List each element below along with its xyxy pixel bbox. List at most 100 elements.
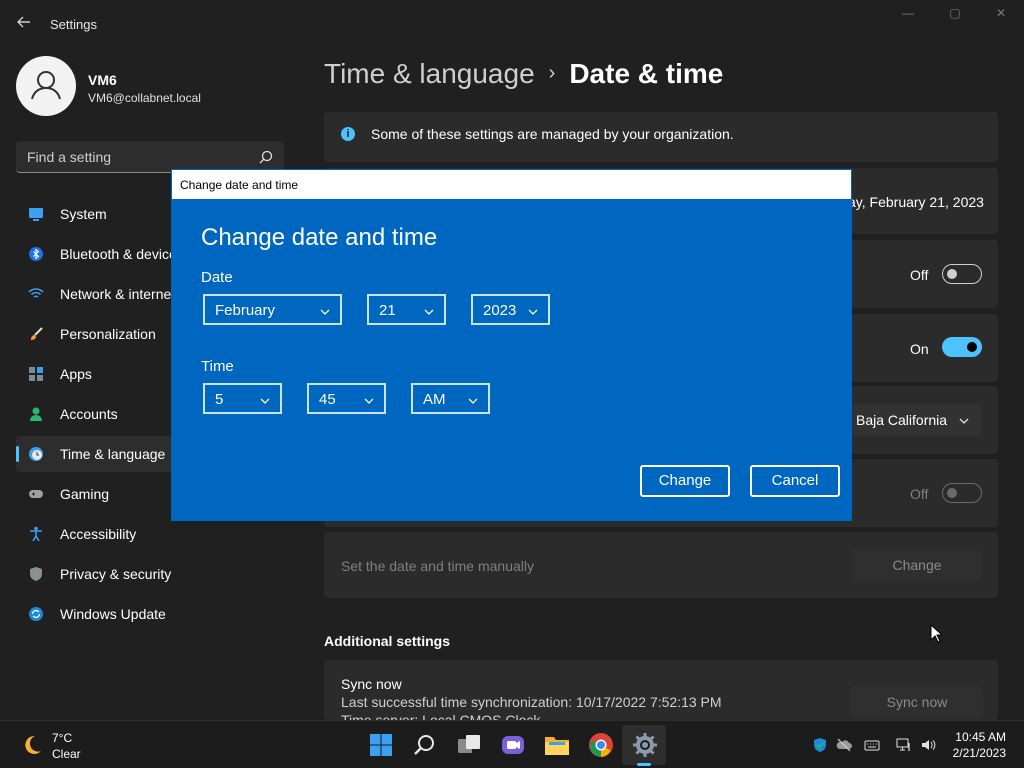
mouse-cursor-icon (930, 623, 944, 643)
toggle-state-label: Off (910, 486, 929, 502)
additional-settings-heading: Additional settings (324, 633, 450, 649)
maximize-button[interactable]: ▢ (932, 6, 978, 26)
weather-condition[interactable]: Clear (52, 747, 81, 761)
minute-dropdown[interactable]: 45 (307, 383, 386, 414)
sync-title: Sync now (341, 676, 402, 692)
breadcrumb: Time & language › Date & time (324, 58, 723, 90)
time-label: Time (201, 358, 234, 375)
sidebar-item-label: Network & internet (60, 286, 176, 302)
apps-icon (28, 366, 44, 382)
dialog-heading: Change date and time (201, 224, 438, 251)
sidebar-item-label: Time & language (60, 446, 166, 462)
dialog-title-bar[interactable]: Change date and time (172, 170, 851, 199)
change-datetime-button[interactable]: Change (853, 549, 981, 581)
dialog-cancel-button[interactable]: Cancel (750, 465, 840, 497)
moon-icon[interactable] (20, 733, 44, 757)
minimize-button[interactable]: — (885, 6, 931, 26)
search-placeholder: Find a setting (27, 149, 112, 165)
date-label: Date (201, 269, 233, 286)
toggle-state-label: On (910, 341, 929, 357)
avatar (16, 56, 76, 116)
task-view-icon[interactable] (455, 731, 483, 759)
wifi-icon (28, 286, 44, 302)
set-time-auto-toggle[interactable] (942, 264, 982, 284)
person-avatar-icon (31, 71, 61, 100)
search-icon[interactable] (411, 731, 439, 759)
year-value: 2023 (483, 302, 517, 319)
timezone-value: Baja California (856, 412, 948, 428)
dialog-window-title: Change date and time (180, 178, 299, 192)
chevron-down-icon (363, 394, 375, 406)
sidebar-item-label: Gaming (60, 486, 110, 502)
sidebar-item-label: Bluetooth & devices (60, 246, 184, 262)
sidebar-item-privacy[interactable]: Privacy & security (16, 556, 284, 592)
person-icon (28, 406, 44, 422)
chevron-down-icon (319, 305, 331, 317)
page-title: Date & time (569, 58, 724, 89)
close-button[interactable]: ✕ (978, 6, 1024, 26)
settings-gear-icon[interactable] (631, 731, 659, 759)
sidebar-item-label: Apps (60, 366, 92, 382)
last-sync-text: Last successful time synchronization: 10… (341, 694, 722, 710)
set-manually-card: Set the date and time manually Change (324, 532, 998, 598)
ampm-value: AM (423, 391, 446, 408)
managed-info-banner: i Some of these settings are managed by … (324, 112, 998, 162)
back-arrow-icon[interactable] (14, 12, 34, 32)
sync-card: Sync now Last successful time synchroniz… (324, 660, 998, 720)
hour-dropdown[interactable]: 5 (203, 383, 282, 414)
timezone-dropdown[interactable]: Baja California (842, 404, 982, 436)
active-app-indicator (637, 763, 651, 766)
sidebar-item-accessibility[interactable]: Accessibility (16, 516, 284, 552)
chevron-down-icon (527, 305, 539, 317)
ampm-dropdown[interactable]: AM (411, 383, 490, 414)
bluetooth-icon (28, 246, 44, 262)
sidebar-item-label: Privacy & security (60, 566, 172, 582)
minute-value: 45 (319, 391, 336, 408)
update-icon (28, 606, 44, 622)
onedrive-icon[interactable] (836, 737, 852, 753)
current-date-text: ay, February 21, 2023 (848, 194, 984, 210)
app-title: Settings (50, 17, 97, 32)
toggle-knob (967, 342, 977, 352)
sync-now-button[interactable]: Sync now (851, 686, 983, 718)
month-dropdown[interactable]: February (203, 294, 342, 325)
file-explorer-icon[interactable] (543, 731, 571, 759)
day-dropdown[interactable]: 21 (367, 294, 446, 325)
change-date-time-dialog: Change date and time Change date and tim… (171, 169, 852, 521)
defender-icon[interactable] (812, 737, 828, 753)
volume-icon[interactable] (920, 737, 936, 753)
hour-value: 5 (215, 391, 224, 408)
year-dropdown[interactable]: 2023 (471, 294, 550, 325)
set-manually-label: Set the date and time manually (341, 558, 535, 574)
daylight-saving-toggle[interactable] (942, 483, 982, 503)
chat-icon[interactable] (499, 731, 527, 759)
chrome-icon[interactable] (587, 731, 615, 759)
breadcrumb-parent[interactable]: Time & language (324, 58, 535, 89)
shield-icon (28, 566, 44, 582)
dialog-change-button[interactable]: Change (640, 465, 730, 497)
clock-date[interactable]: 2/21/2023 (950, 746, 1006, 760)
weather-temperature[interactable]: 7°C (52, 731, 72, 745)
sidebar-item-windows-update[interactable]: Windows Update (16, 596, 284, 632)
toggle-knob (947, 488, 957, 498)
chevron-down-icon (958, 414, 970, 426)
sidebar-item-label: Accessibility (60, 526, 137, 542)
toggle-state-label: Off (910, 267, 929, 283)
set-timezone-auto-toggle[interactable] (942, 337, 982, 357)
breadcrumb-separator: › (548, 62, 556, 84)
brush-icon (28, 326, 44, 342)
monitor-icon (28, 206, 44, 222)
network-icon[interactable] (896, 737, 912, 753)
clock-time[interactable]: 10:45 AM (950, 730, 1006, 744)
chevron-down-icon (259, 394, 271, 406)
info-banner-text: Some of these settings are managed by yo… (371, 126, 734, 142)
search-icon (258, 149, 274, 165)
keyboard-icon[interactable] (864, 737, 880, 753)
month-value: February (215, 302, 276, 319)
sidebar-item-label: System (60, 206, 107, 222)
taskbar: 7°C Clear 10:45 AM 2/21/2023 (0, 720, 1024, 768)
windows-start-icon[interactable] (367, 731, 395, 759)
chevron-down-icon (467, 394, 479, 406)
info-icon: i (341, 127, 355, 141)
active-indicator (16, 446, 19, 462)
